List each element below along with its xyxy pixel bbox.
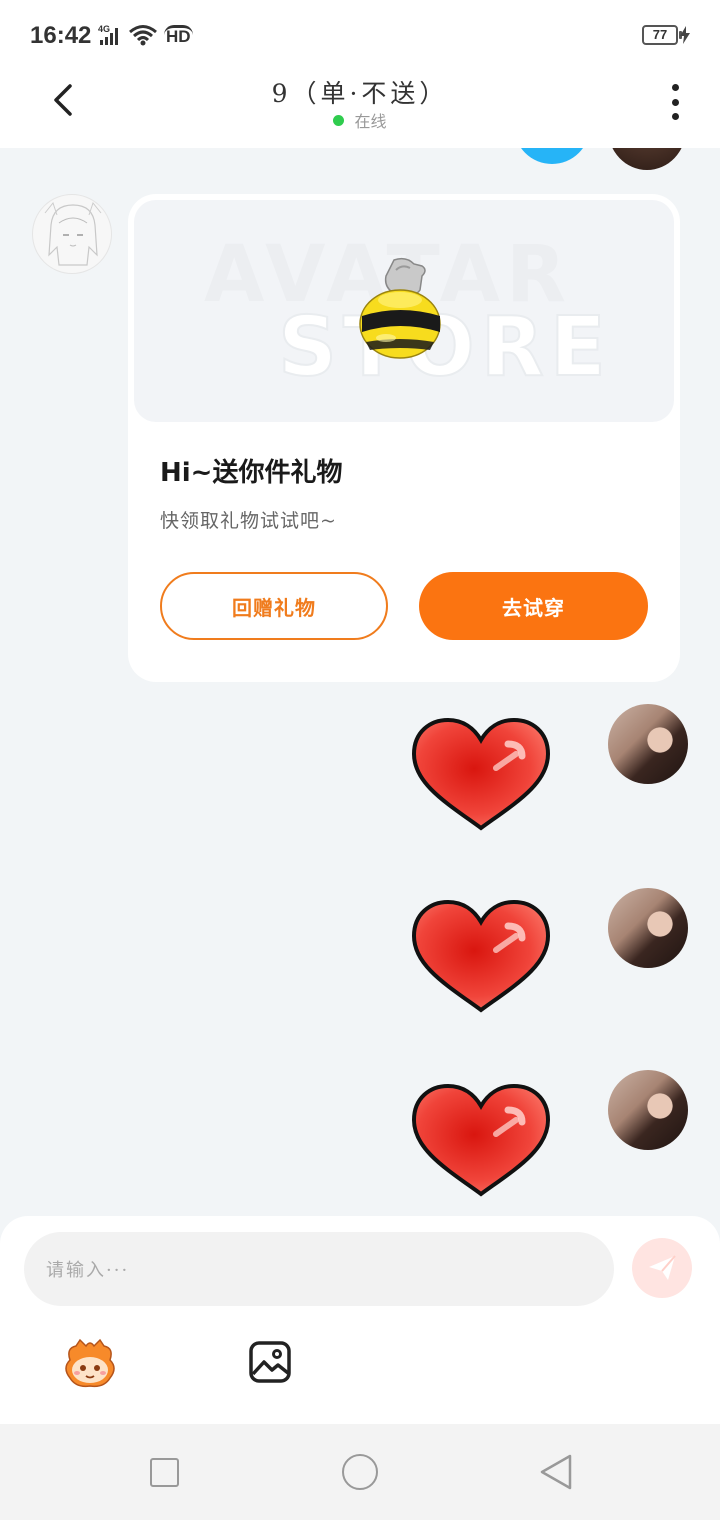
heart-sticker-message[interactable] — [408, 1082, 554, 1200]
chat-title: 9（单·不送） — [271, 79, 449, 108]
my-avatar[interactable] — [608, 1070, 688, 1150]
partial-message-bubble — [514, 148, 590, 164]
signal-icon: 4G — [98, 24, 118, 45]
message-input[interactable]: 请输入··· — [24, 1232, 614, 1306]
wifi-icon — [129, 25, 157, 46]
image-icon[interactable] — [248, 1340, 292, 1384]
system-nav-bar — [0, 1424, 720, 1520]
send-icon — [649, 1255, 676, 1280]
online-text: 在线 — [354, 112, 387, 131]
gift-card: AVATAR STORE Hi~送你件礼物 快领取礼物试试吧~ 回赠礼物 去试穿 — [128, 194, 680, 682]
dot — [671, 113, 679, 120]
home-icon[interactable] — [342, 1454, 378, 1490]
my-avatar[interactable] — [608, 704, 688, 784]
contact-avatar[interactable] — [32, 194, 112, 274]
dot — [671, 84, 679, 91]
emoji-icon[interactable] — [60, 1338, 120, 1388]
message-composer: 请输入··· — [0, 1216, 720, 1424]
battery-icon: 77 — [642, 25, 678, 45]
charging-icon — [680, 26, 690, 44]
gift-subtitle: 快领取礼物试试吧~ — [160, 510, 337, 532]
status-icons: 4G HD — [98, 24, 193, 46]
return-gift-button[interactable]: 回赠礼物 — [160, 572, 388, 640]
chat-messages[interactable]: AVATAR STORE Hi~送你件礼物 快领取礼物试试吧~ 回赠礼物 去试穿 — [0, 148, 720, 1216]
online-status: 在线 — [0, 108, 720, 132]
chat-header: 9（单·不送） 在线 — [0, 70, 720, 148]
network-label: 4G — [98, 24, 110, 34]
recent-apps-icon[interactable] — [150, 1458, 179, 1487]
status-bar: 16:42 4G HD 77 — [0, 0, 720, 70]
gift-title: Hi~送你件礼物 — [160, 458, 343, 488]
send-button[interactable] — [632, 1238, 692, 1298]
my-avatar[interactable] — [608, 888, 688, 968]
heart-sticker-message[interactable] — [408, 898, 554, 1016]
try-on-button[interactable]: 去试穿 — [419, 572, 648, 640]
heart-sticker-message[interactable] — [408, 716, 554, 834]
gift-banner: AVATAR STORE — [134, 200, 674, 422]
back-icon[interactable] — [538, 1453, 574, 1491]
bee-helmet-gift-icon[interactable] — [356, 256, 446, 366]
status-time: 16:42 — [30, 22, 92, 49]
more-options-icon[interactable] — [660, 82, 690, 122]
anime-avatar-image — [44, 201, 102, 266]
hd-icon: HD — [164, 25, 193, 46]
online-dot — [333, 114, 345, 126]
my-avatar[interactable] — [608, 148, 686, 170]
dot — [671, 98, 679, 106]
